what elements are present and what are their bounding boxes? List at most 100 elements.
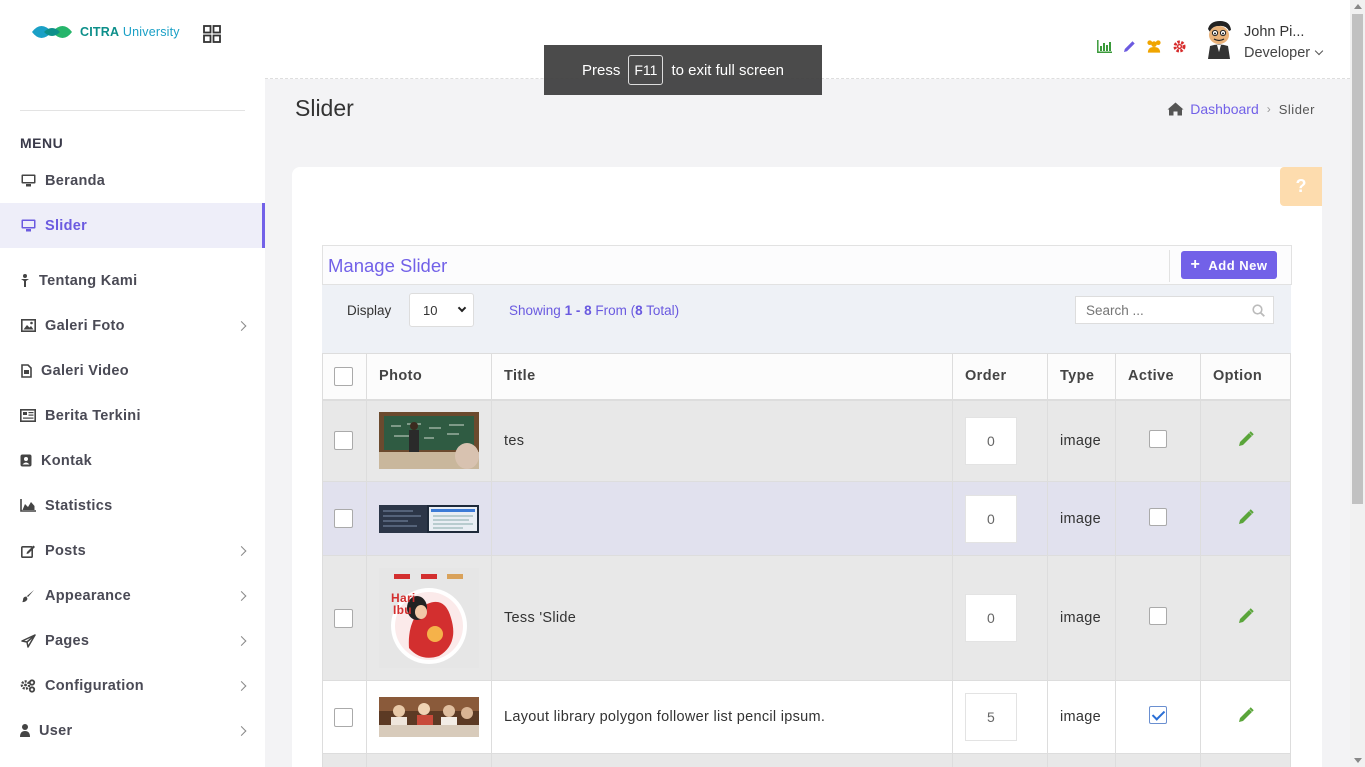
edit-pencil-icon[interactable] (1238, 431, 1254, 447)
user-role: Developer (1244, 45, 1311, 61)
contact-icon (20, 454, 32, 468)
select-all-checkbox[interactable] (334, 366, 353, 386)
search-input[interactable] (1075, 296, 1274, 324)
sidebar-item-label: Slider (45, 217, 88, 234)
user-role-dropdown[interactable]: Developer (1244, 45, 1324, 61)
row-type: image (1047, 481, 1116, 556)
pencil-icon[interactable] (1121, 38, 1137, 54)
col-type[interactable]: Type (1047, 353, 1116, 401)
showing-suffix: Total) (646, 303, 680, 318)
chevron-down-icon (1314, 46, 1324, 56)
row-type: image (1047, 399, 1116, 482)
col-active[interactable]: Active (1115, 353, 1201, 401)
plus-icon: + (1190, 256, 1201, 273)
col-title[interactable]: Title (491, 353, 953, 401)
sidebar-item-berita-terkini[interactable]: Berita Terkini (0, 393, 265, 438)
bar-chart-icon[interactable] (1096, 38, 1112, 54)
slide-thumbnail[interactable]: Hari Ibu (379, 568, 479, 668)
row-title: Tess 'Slide (491, 555, 953, 681)
row-checkbox[interactable] (334, 431, 353, 451)
edit-pencil-icon[interactable] (1238, 508, 1254, 525)
edit-pencil-icon[interactable] (1238, 707, 1254, 723)
sidebar-item-statistics[interactable]: Statistics (0, 483, 265, 528)
chevron-right-icon (236, 635, 247, 646)
scrollbar-thumb[interactable] (1352, 14, 1363, 504)
edit-pencil-icon[interactable] (1238, 608, 1254, 624)
question-icon: ? (1295, 176, 1307, 196)
active-checkbox[interactable] (1149, 706, 1167, 724)
sidebar-item-galeri-video[interactable]: Galeri Video (0, 348, 265, 393)
table-row: Layout library polygon follower list pen… (322, 680, 1291, 754)
apps-grid-icon[interactable] (203, 25, 221, 43)
help-button[interactable]: ? (1280, 167, 1322, 206)
users-icon[interactable] (1146, 38, 1162, 54)
showing-total: 8 (635, 303, 643, 318)
avatar[interactable] (1202, 19, 1236, 59)
col-photo[interactable]: Photo (366, 353, 492, 401)
row-type: image (1047, 555, 1116, 681)
chevron-right-icon (236, 680, 247, 691)
order-input[interactable]: 0 (965, 594, 1017, 642)
row-checkbox[interactable] (334, 707, 353, 727)
brand-name-light: University (122, 25, 180, 39)
display-value: 10 (423, 303, 438, 318)
sidebar-item-user[interactable]: User (0, 708, 265, 753)
home-icon[interactable] (1167, 102, 1184, 116)
order-input[interactable]: 5 (965, 693, 1017, 741)
chevron-right-icon (236, 320, 247, 331)
sidebar-item-label: Berita Terkini (45, 407, 141, 424)
active-checkbox[interactable] (1149, 607, 1167, 625)
sidebar-item-label: Kontak (41, 452, 92, 469)
order-input[interactable]: 0 (965, 416, 1017, 465)
showing-range: 1 - 8 (564, 303, 592, 318)
page-scrollbar[interactable] (1350, 0, 1365, 767)
monitor-icon (20, 219, 36, 233)
user-name[interactable]: John Pi... (1244, 24, 1304, 40)
slide-thumbnail[interactable] (379, 412, 479, 470)
sidebar-item-kontak[interactable]: Kontak (0, 438, 265, 483)
order-input[interactable]: 0 (965, 494, 1017, 543)
menu-title: MENU (20, 135, 64, 151)
sidebar-item-label: Posts (45, 542, 86, 559)
chevron-right-icon (236, 590, 247, 601)
active-checkbox[interactable] (1149, 507, 1167, 526)
slide-thumbnail[interactable] (379, 697, 479, 737)
sidebar-item-slider[interactable]: Slider (0, 203, 265, 248)
select-all-cell (322, 353, 367, 401)
sidebar-item-posts[interactable]: Posts (0, 528, 265, 573)
fullscreen-notice: Press F11 to exit full screen (544, 45, 822, 95)
send-icon (20, 633, 36, 648)
row-checkbox[interactable] (334, 509, 353, 528)
scroll-up-icon[interactable] (1354, 4, 1362, 9)
person-icon (20, 273, 30, 288)
slide-thumbnail[interactable] (379, 504, 479, 533)
row-checkbox[interactable] (334, 608, 353, 628)
col-order[interactable]: Order (952, 353, 1048, 401)
image-icon (20, 319, 36, 333)
gear-icon[interactable] (1171, 38, 1187, 54)
brand-logo[interactable]: CITRA University (30, 22, 180, 42)
newspaper-icon (20, 409, 36, 423)
brand-name-bold: CITRA (80, 25, 120, 39)
sidebar-item-galeri-foto[interactable]: Galeri Foto (0, 303, 265, 348)
sidebar-item-tentang-kami[interactable]: Tentang Kami (0, 258, 265, 303)
sidebar-item-pages[interactable]: Pages (0, 618, 265, 663)
user-icon (20, 724, 30, 738)
display-select[interactable]: 10 (409, 293, 474, 327)
display-label: Display (347, 303, 392, 318)
active-checkbox[interactable] (1149, 429, 1167, 448)
sidebar-item-label: Tentang Kami (39, 272, 138, 289)
scroll-down-icon[interactable] (1354, 758, 1362, 763)
search-icon[interactable] (1252, 304, 1265, 317)
add-new-button[interactable]: + Add New (1181, 251, 1277, 279)
chevron-right-icon (236, 725, 247, 736)
row-type: image (1047, 680, 1116, 754)
sidebar-item-configuration[interactable]: Configuration (0, 663, 265, 708)
monitor-icon (20, 174, 36, 188)
sidebar: CITRA University MENU Beranda Slider Ten… (0, 0, 265, 767)
sidebar-item-beranda[interactable]: Beranda (0, 158, 265, 203)
breadcrumb-dashboard[interactable]: Dashboard (1190, 101, 1259, 117)
showing-prefix: Showing (509, 303, 561, 318)
sidebar-item-appearance[interactable]: Appearance (0, 573, 265, 618)
chevron-right-icon (236, 545, 247, 556)
